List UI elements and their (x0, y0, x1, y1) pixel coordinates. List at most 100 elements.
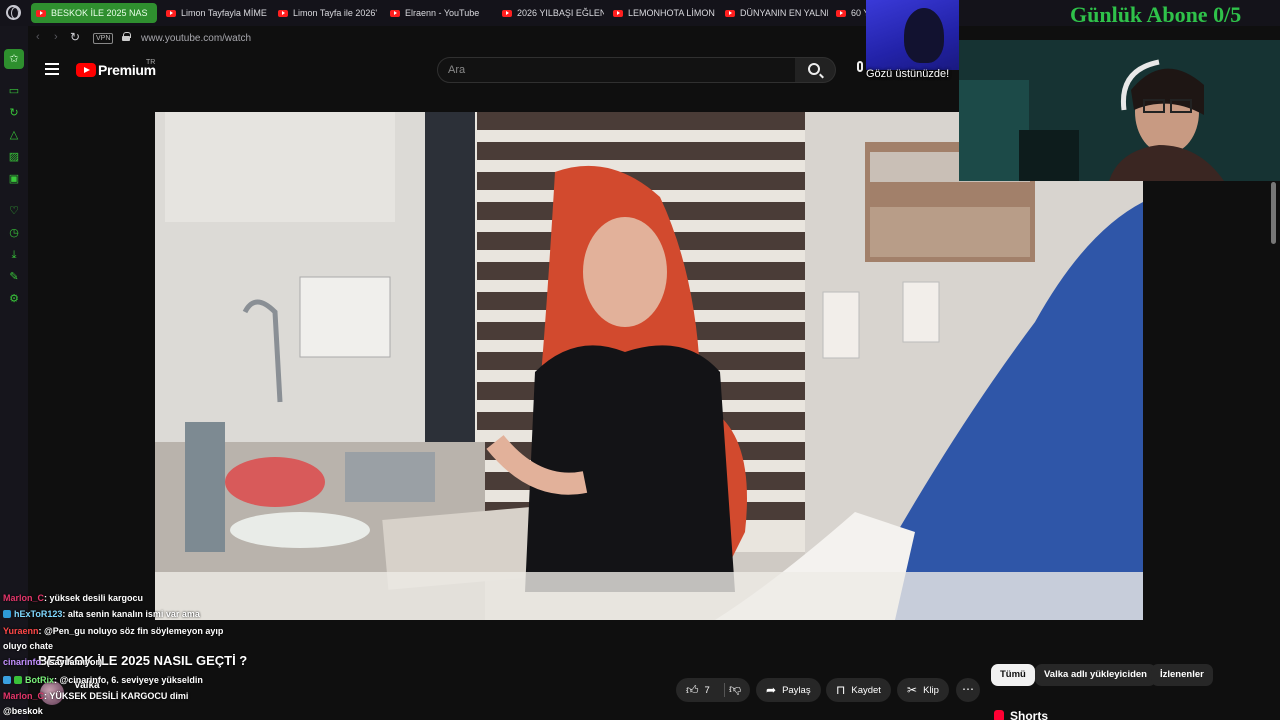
chat-message: @beskok (3, 703, 43, 719)
messenger-icon[interactable]: ▣ (7, 172, 21, 186)
tab[interactable]: DÜNYANIN EN YALNI (725, 3, 828, 23)
thumbs-up-icon: 👍︎ (686, 683, 699, 697)
forward-icon[interactable]: › (54, 31, 58, 43)
clock-icon[interactable]: ◷ (7, 226, 21, 240)
share-button[interactable]: ➦ Paylaş (756, 678, 821, 702)
webcam-frame (959, 40, 1280, 181)
webcam-feed (959, 40, 1280, 181)
more-options-icon[interactable]: ⋯ (956, 678, 980, 702)
shorts-icon (994, 710, 1004, 720)
chat-text: : (sayılamıyor) (41, 657, 103, 667)
url-field[interactable]: www.youtube.com/watch (141, 33, 251, 44)
chat-username: Marlon_C (3, 593, 45, 603)
like-button[interactable]: 👍︎ 7 (686, 683, 710, 698)
twitch-icon[interactable]: ▨ (7, 150, 21, 164)
subscriber-badge-icon (3, 610, 11, 618)
chat-username: Marlon_C (3, 691, 45, 701)
clip-label: Klip (923, 684, 939, 696)
tab-label: 60 Y (851, 8, 866, 18)
tab-label: 2026 YILBAŞI EĞLEN (517, 8, 604, 18)
chat-username: BotRix (25, 675, 54, 685)
verified-badge-icon (14, 676, 22, 684)
tab-active[interactable]: BESKOK İLE 2025 NAS ✕ (31, 3, 157, 23)
tab-label: BESKOK İLE 2025 NAS (51, 8, 148, 18)
youtube-favicon-icon (836, 9, 846, 17)
chip-from-uploader[interactable]: Valka adlı yükleyiciden (1035, 664, 1156, 686)
video-frame (155, 112, 1143, 620)
chat-username: hExToR123 (14, 609, 63, 619)
tab[interactable]: 60 Y (836, 3, 866, 23)
tab[interactable]: Limon Tayfayla MİME (166, 3, 270, 23)
chat-text: : @Pen_gu noluyo söz fin söylemeyon ayıp (38, 626, 224, 636)
subscriber-goal-overlay: Günlük Abone 0/5 (1070, 2, 1242, 27)
avatar-caption: Gözü üstünüzde! (866, 68, 950, 80)
back-icon[interactable]: ‹ (36, 31, 40, 43)
chat-message: hExToR123: alta senin kanalın ismi var a… (3, 606, 200, 622)
tab[interactable]: 2026 YILBAŞI EĞLEN (502, 3, 604, 23)
tab-label: DÜNYANIN EN YALNI (740, 8, 828, 18)
vpn-badge[interactable]: VPN (93, 33, 114, 44)
history-icon[interactable]: ↻ (7, 106, 21, 120)
tab[interactable]: Limon Tayfa ile 2026' (278, 3, 380, 23)
settings-icon[interactable]: ⚙ (7, 292, 21, 306)
youtube-favicon-icon (613, 9, 623, 17)
scissors-icon: ✂ (907, 683, 918, 697)
chat-text: @beskok (3, 706, 43, 716)
tab-label: LEMONHOTA LİMON (628, 8, 715, 18)
youtube-favicon-icon (166, 9, 176, 17)
chat-message: Marlon_C: YÜKSEK DESİLİ KARGOCU dimi (3, 688, 188, 704)
scrollbar[interactable] (1271, 182, 1276, 244)
save-button[interactable]: ⊓ Kaydet (826, 678, 891, 702)
address-bar: ‹ › ↻ VPN www.youtube.com/watch (28, 26, 960, 51)
tab[interactable]: LEMONHOTA LİMON (613, 3, 717, 23)
dislike-button[interactable]: 👎︎ (729, 682, 741, 697)
bot-badge-icon (3, 676, 11, 684)
youtube-favicon-icon (36, 9, 46, 17)
youtube-favicon-icon (390, 9, 400, 17)
search-icon (808, 63, 820, 75)
chat-username: Yuraenn (3, 626, 39, 636)
tab[interactable]: Elraenn - YouTube (390, 3, 495, 23)
shorts-label: Shorts (1010, 709, 1049, 720)
menu-icon[interactable] (45, 63, 59, 75)
streamer-avatar-image (866, 0, 959, 70)
shorts-heading: Shorts (994, 709, 1048, 720)
download-icon[interactable]: ⤓ (7, 248, 21, 262)
youtube-favicon-icon (502, 9, 512, 17)
chip-watched[interactable]: İzlenenler (1151, 664, 1213, 686)
search-button[interactable] (795, 57, 836, 83)
youtube-favicon-icon (725, 9, 735, 17)
screen: BESKOK İLE 2025 NAS ✕ Limon Tayfayla MİM… (0, 0, 1280, 720)
share-label: Paylaş (782, 684, 811, 696)
youtube-logo-icon[interactable] (76, 63, 96, 77)
aria-icon[interactable]: △ (7, 128, 21, 142)
chat-text: : alta senin kanalın ismi var ama (62, 609, 200, 619)
microphone-icon[interactable] (857, 61, 863, 72)
speed-dial-icon[interactable]: ✩ (4, 49, 24, 69)
youtube-favicon-icon (278, 9, 288, 17)
extensions-icon[interactable]: ✎ (7, 270, 21, 284)
lock-icon[interactable] (122, 32, 131, 41)
browser-logo-icon[interactable] (6, 5, 21, 20)
chat-message: Yuraenn: @Pen_gu noluyo söz fin söylemey… (3, 623, 223, 639)
search-placeholder: Ara (448, 64, 466, 76)
chip-all[interactable]: Tümü (991, 664, 1035, 686)
like-count: 7 (704, 685, 710, 696)
chat-message: Marlon_C: yüksek desili kargocu (3, 590, 143, 606)
bookmark-icon: ⊓ (836, 683, 846, 697)
chat-text: : yüksek desili kargocu (44, 593, 144, 603)
chat-message: cinarinfo: (sayılamıyor) (3, 654, 102, 670)
reload-icon[interactable]: ↻ (70, 30, 80, 44)
divider (724, 683, 725, 697)
gaming-icon[interactable]: ▭ (7, 84, 21, 98)
save-label: Kaydet (851, 684, 881, 696)
chat-message: oluyo chate (3, 638, 53, 654)
clip-button[interactable]: ✂ Klip (897, 678, 949, 702)
like-dislike-group: 👍︎ 7 👎︎ (676, 678, 750, 702)
heart-icon[interactable]: ♡ (7, 204, 21, 218)
chat-text: : @cinarinfo, 6. seviyeye yükseldin (54, 675, 203, 685)
chat-username: cinarinfo (3, 657, 42, 667)
search-input[interactable]: Ara (437, 57, 796, 83)
video-player[interactable] (155, 112, 1143, 620)
tab-label: Limon Tayfayla MİME (181, 8, 267, 18)
